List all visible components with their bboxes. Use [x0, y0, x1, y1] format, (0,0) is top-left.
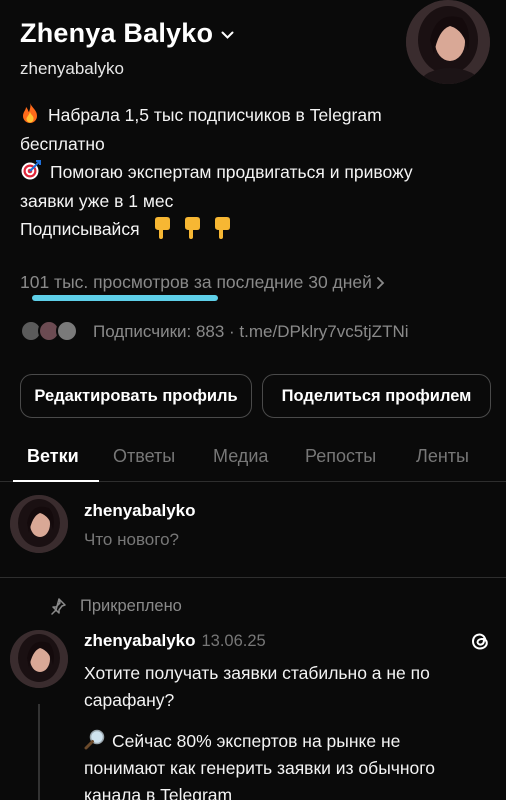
avatar [10, 495, 68, 553]
profile-header: Zhenya Balyko zhenyabalyko [20, 18, 234, 79]
post-paragraph: Хотите получать заявки стабильно а не по… [84, 663, 430, 710]
chevron-right-icon [377, 276, 385, 289]
profile-bio: Набрала 1,5 тыс подписчиков в Telegram б… [20, 101, 490, 244]
bio-line-5: Подписывайся [20, 215, 490, 244]
pin-icon [51, 597, 66, 615]
chevron-down-icon[interactable] [221, 31, 234, 40]
pointing-down-icon [215, 217, 231, 240]
post-body: Хотите получать заявки стабильно а не по… [84, 660, 494, 800]
magnifier-icon [84, 729, 105, 750]
tab-reposts[interactable]: Репосты [305, 446, 376, 467]
follower-avatars [20, 320, 84, 344]
views-insights-link[interactable]: 101 тыс. просмотров за последние 30 дней [20, 272, 385, 293]
post-paragraph: Сейчас 80% экспертов на рынке не понимаю… [84, 729, 436, 800]
bio-line-2: бесплатно [20, 133, 105, 154]
account-switcher[interactable]: Zhenya Balyko [20, 18, 234, 49]
followers-row[interactable]: Подписчики: 883 · t.me/DPklry7vc5tjZTNi [20, 320, 409, 344]
active-tab-indicator [13, 480, 99, 482]
post-date: 13.06.25 [201, 632, 266, 650]
target-icon [21, 160, 41, 180]
profile-tabs: Ветки Ответы Медиа Репосты Ленты [0, 440, 506, 482]
pointing-down-icon [185, 217, 201, 240]
tab-threads[interactable]: Ветки [27, 446, 79, 467]
post-username[interactable]: zhenyabalyko [84, 631, 196, 651]
pinned-label: Прикреплено [50, 597, 182, 616]
tab-media[interactable]: Медиа [213, 446, 268, 467]
bio-line-1: Набрала 1,5 тыс подписчиков в Telegram [20, 101, 490, 130]
pointing-down-icon [155, 217, 171, 240]
tab-feeds[interactable]: Ленты [416, 446, 469, 467]
bio-line-4: заявки уже в 1 мес [20, 190, 174, 211]
share-profile-button[interactable]: Поделиться профилем [262, 374, 491, 418]
new-thread-composer[interactable]: zhenyabalyko Что нового? [0, 483, 506, 578]
tab-replies[interactable]: Ответы [113, 446, 175, 467]
post-header: zhenyabalyko 13.06.25 [84, 631, 266, 651]
edit-profile-button[interactable]: Редактировать профиль [20, 374, 252, 418]
composer-username: zhenyabalyko [84, 501, 196, 520]
composer-placeholder[interactable]: Что нового? [84, 530, 179, 550]
highlight-underline [32, 295, 218, 301]
thread-line [38, 704, 40, 800]
bio-line-3: Помогаю экспертам продвигаться и привожу [20, 158, 490, 187]
avatar [56, 320, 78, 342]
avatar[interactable] [10, 630, 68, 688]
display-name: Zhenya Balyko [20, 18, 214, 48]
profile-avatar[interactable] [406, 0, 490, 84]
profile-username: zhenyabalyko [20, 59, 124, 78]
fire-icon [23, 103, 37, 123]
followers-count-link: Подписчики: 883 · t.me/DPklry7vc5tjZTNi [93, 322, 409, 341]
threads-logo-icon [471, 633, 488, 650]
